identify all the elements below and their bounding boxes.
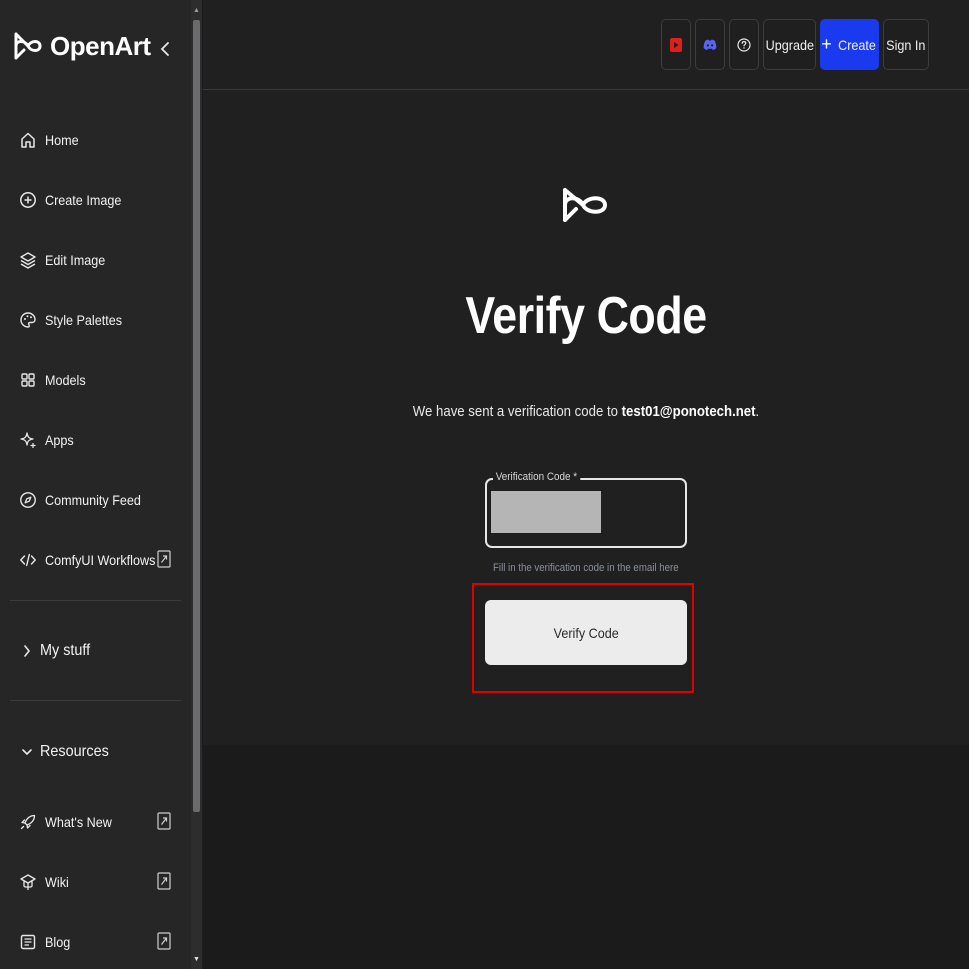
youtube-button[interactable] [661,19,691,70]
discord-button[interactable] [695,19,725,70]
top-bar: Upgrade + Create Sign In [203,0,969,90]
sidebar-item-comfyui-workflows[interactable]: ComfyUI Workflows [0,540,191,580]
sidebar-item-style-palettes[interactable]: Style Palettes [0,300,191,340]
code-icon [18,550,38,570]
sidebar-item-label: Apps [45,432,74,448]
external-link-icon [157,550,171,568]
verification-code-field[interactable]: Verification Code * [485,471,687,548]
sidebar-divider [10,600,181,601]
message-suffix: . [755,403,760,420]
sidebar-item-label: Create Image [45,192,122,208]
openart-logo-icon [563,188,607,222]
scroll-up-arrow-icon[interactable]: ▲ [191,3,202,17]
field-label: Verification Code * [493,471,580,483]
sidebar-item-label: Style Palettes [45,312,123,328]
sidebar-item-label: Models [45,372,86,388]
sidebar-item-create-image[interactable]: Create Image [0,180,191,220]
sidebar-item-wiki[interactable]: Wiki [0,862,191,902]
sidebar-item-blog[interactable]: Blog [0,922,191,962]
question-circle-icon [737,37,751,52]
sidebar-item-home[interactable]: Home [0,120,191,160]
help-button[interactable] [729,19,759,70]
sidebar-item-label: Edit Image [45,252,106,268]
sidebar-item-label: Wiki [45,874,69,890]
sidebar-section-my-stuff[interactable]: My stuff [0,631,191,671]
plus-icon: + [821,34,832,54]
section-label: My stuff [40,642,91,659]
external-link-icon [157,812,171,830]
palette-icon [18,310,38,330]
discord-icon [703,39,717,50]
create-button[interactable]: + Create [820,19,879,70]
sidebar-item-whats-new[interactable]: What's New [0,802,191,842]
brand-name: OpenArt [50,30,151,61]
main-content: Upgrade + Create Sign In Verify Code We … [203,0,969,745]
email-address: test01@ponotech.net [621,403,756,420]
upgrade-button[interactable]: Upgrade [763,19,816,70]
page-title: Verify Code [465,287,707,345]
brand-logo[interactable]: OpenArt [12,30,151,62]
youtube-icon [670,37,682,52]
sidebar-item-label: ComfyUI Workflows [45,552,156,568]
sidebar-divider [10,700,181,701]
sidebar: OpenArt Home Create Image Edit Image Sty… [0,0,191,969]
verification-code-input[interactable] [491,491,601,533]
newspaper-icon [18,932,38,952]
chevron-right-icon [20,644,34,658]
scroll-thumb[interactable] [193,20,200,812]
verification-message: We have sent a verification code to test… [249,403,923,420]
verify-code-button[interactable]: Verify Code [485,600,687,665]
sign-in-button[interactable]: Sign In [883,19,929,70]
section-label: Resources [40,743,109,760]
sign-in-label: Sign In [886,36,926,53]
graduation-cap-icon [18,872,38,892]
sidebar-item-label: Blog [45,934,71,950]
verify-code-label: Verify Code [553,624,619,641]
grid-icon [18,370,38,390]
sidebar-item-apps[interactable]: Apps [0,420,191,460]
create-label: Create [837,36,876,53]
sidebar-item-edit-image[interactable]: Edit Image [0,240,191,280]
message-text: We have sent a verification code to [412,403,622,420]
rocket-icon [18,812,38,832]
external-link-icon [157,932,171,950]
chevron-down-icon [20,745,34,759]
scroll-down-arrow-icon[interactable]: ▼ [191,952,202,966]
chevron-left-icon [160,42,169,56]
openart-logo-icon [14,32,42,60]
sidebar-section-resources[interactable]: Resources [0,732,191,772]
layers-icon [18,250,38,270]
sidebar-item-models[interactable]: Models [0,360,191,400]
plus-circle-icon [18,190,38,210]
compass-icon [18,490,38,510]
external-link-icon [157,872,171,890]
sidebar-item-label: Community Feed [45,492,141,508]
home-icon [18,130,38,150]
sidebar-scrollbar[interactable]: ▲ ▼ [191,0,202,969]
sidebar-item-label: What's New [45,814,112,830]
sparkle-icon [18,430,38,450]
collapse-sidebar-button[interactable] [157,38,173,60]
sidebar-item-label: Home [45,132,79,148]
upgrade-label: Upgrade [765,36,814,53]
helper-text: Fill in the verification code in the ema… [493,562,679,574]
sidebar-item-community-feed[interactable]: Community Feed [0,480,191,520]
